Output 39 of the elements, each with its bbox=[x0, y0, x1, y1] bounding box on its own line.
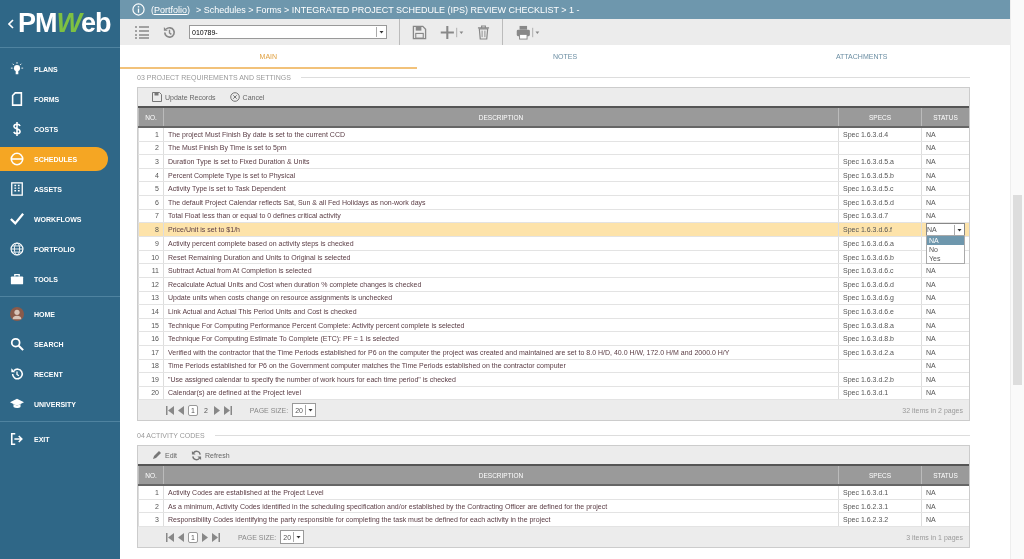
refresh-icon bbox=[191, 449, 203, 461]
pencil-icon bbox=[152, 450, 162, 461]
history-icon bbox=[10, 367, 24, 381]
dollar-icon bbox=[10, 122, 24, 136]
next-page-icon[interactable] bbox=[201, 532, 208, 542]
save-icon bbox=[152, 92, 162, 102]
exit-icon bbox=[10, 432, 24, 446]
last-page-icon[interactable] bbox=[223, 405, 232, 415]
cancel-icon bbox=[229, 92, 240, 102]
lightbulb-icon bbox=[10, 62, 24, 76]
history-icon[interactable] bbox=[162, 24, 177, 40]
toolbox-icon bbox=[10, 272, 24, 286]
first-page-icon[interactable] bbox=[166, 532, 174, 542]
previous-page-icon[interactable] bbox=[178, 532, 184, 542]
scrollbar[interactable] bbox=[1010, 0, 1024, 559]
first-page-icon[interactable] bbox=[166, 405, 174, 415]
breadcrumb-link[interactable]: (Portfolio) bbox=[151, 4, 190, 15]
document-icon bbox=[10, 92, 24, 106]
trash-icon[interactable] bbox=[477, 24, 490, 40]
add-icon[interactable] bbox=[439, 24, 465, 40]
caret-icon bbox=[305, 405, 315, 416]
search-icon bbox=[10, 337, 24, 351]
info-icon[interactable] bbox=[132, 3, 145, 16]
globe-icon bbox=[10, 242, 24, 256]
previous-page-icon[interactable] bbox=[178, 405, 184, 415]
logo: PMWeb bbox=[18, 8, 111, 39]
avatar-icon bbox=[10, 307, 24, 321]
building-icon bbox=[10, 182, 24, 196]
graduation-cap-icon bbox=[10, 397, 24, 411]
next-page-icon[interactable] bbox=[213, 405, 220, 415]
list-icon[interactable] bbox=[134, 25, 150, 39]
save-icon[interactable] bbox=[412, 24, 427, 40]
schedule-icon bbox=[10, 152, 24, 166]
chevron-left-icon[interactable] bbox=[8, 18, 14, 29]
breadcrumb-path: > Schedules > Forms > INTEGRATED PROJECT SCHEDULE (IPS) REVIEW CHECKLIST > 1 - bbox=[196, 4, 580, 15]
last-page-icon[interactable] bbox=[211, 532, 220, 542]
print-icon[interactable] bbox=[515, 24, 541, 40]
checkmark-icon bbox=[10, 212, 24, 226]
caret-icon bbox=[376, 27, 386, 37]
